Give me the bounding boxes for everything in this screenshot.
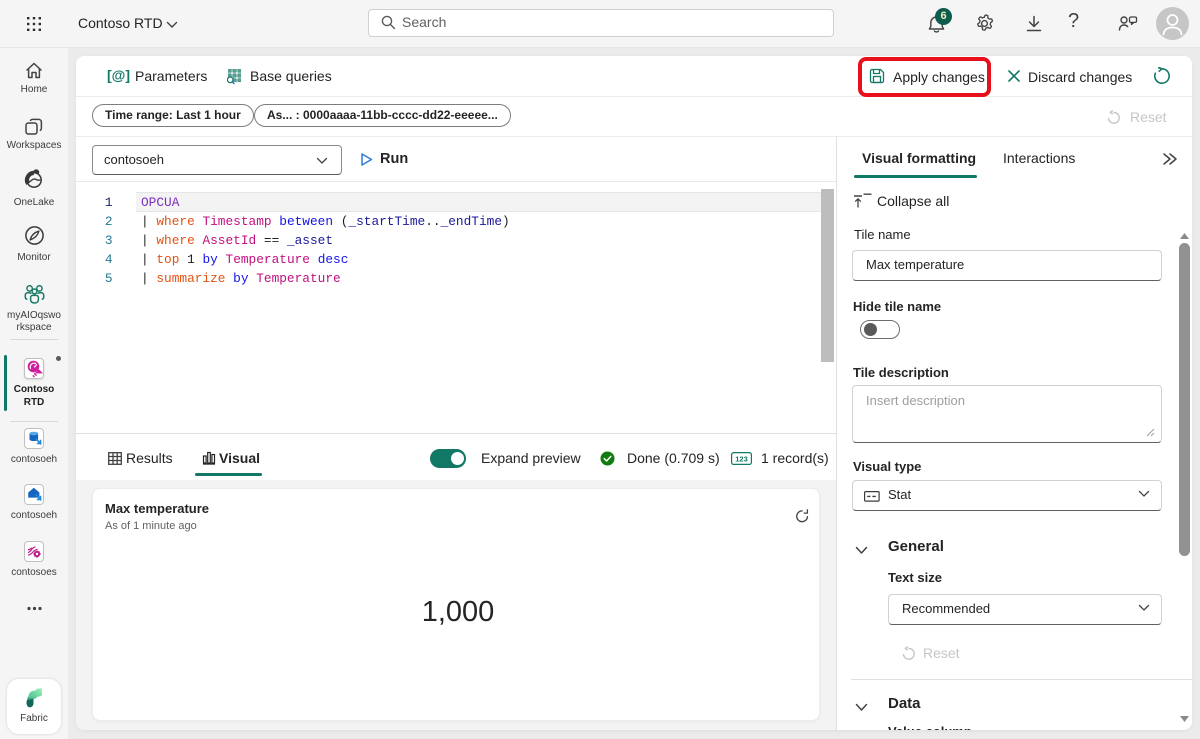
svg-text:123: 123 — [735, 455, 748, 464]
